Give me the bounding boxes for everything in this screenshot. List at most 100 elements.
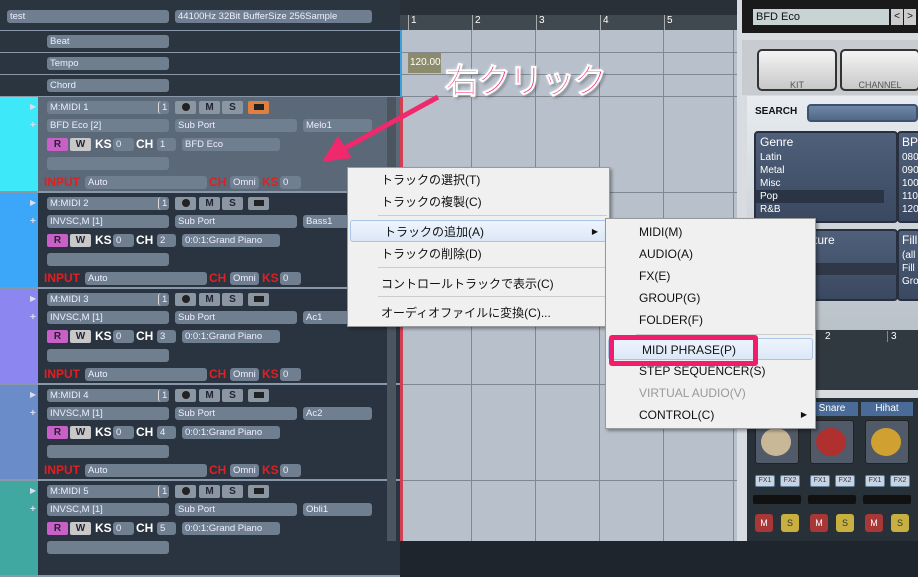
input-field[interactable]: Auto [85,272,207,285]
program-field[interactable]: 0:0:1:Grand Piano [182,330,280,343]
submenu-item[interactable]: CONTROL(C) ▶ [606,404,815,426]
port-field[interactable]: Sub Port [175,215,297,228]
tab-kit[interactable]: KIT [757,49,837,91]
genre-item[interactable]: Misc [756,177,884,190]
submenu-item[interactable]: FX(E) [606,265,815,287]
pan-slider[interactable] [753,495,801,504]
empty-field[interactable] [47,157,169,170]
tab-channel[interactable]: CHANNEL [840,49,918,91]
mute-button[interactable]: M [865,514,883,532]
monitor-button[interactable] [248,101,269,114]
submenu-item[interactable]: AUDIO(A) [606,243,815,265]
ch-field[interactable]: 5 [157,522,176,535]
read-button[interactable]: R [47,426,68,439]
beat-field[interactable]: Beat [47,35,169,48]
track-name-field[interactable]: M:MIDI 1 [47,101,169,114]
input-field[interactable]: Auto [85,368,207,381]
record-button[interactable] [175,197,196,210]
expand-icon[interactable]: ▶ [30,102,36,111]
part-field[interactable]: Obli1 [303,503,372,516]
write-button[interactable]: W [70,330,91,343]
instrument-field[interactable]: INVSC,M [1] [47,407,169,420]
mute-button[interactable]: M [199,389,220,402]
write-button[interactable]: W [70,426,91,439]
solo-button[interactable]: S [222,389,243,402]
write-button[interactable]: W [70,138,91,151]
input-field[interactable]: Auto [85,176,207,189]
ch-field[interactable]: 4 [157,426,176,439]
solo-button[interactable]: S [222,197,243,210]
ks-field[interactable]: 0 [113,330,134,343]
context-menu-item[interactable]: コントロールトラックで表示(C) [348,273,609,295]
record-button[interactable] [175,485,196,498]
track[interactable]: ▶ + M:MIDI 5 1 M S INVSC,M [1] Sub Port Obli1 R W K… [0,481,400,577]
solo-button[interactable]: S [836,514,854,532]
bpm-item[interactable]: 080 [899,151,918,164]
search-input[interactable] [807,104,918,122]
input-ks-field[interactable]: 0 [280,464,301,477]
expand-icon[interactable]: ▶ [30,486,36,495]
ks-field[interactable]: 0 [113,138,134,151]
expand-icon[interactable]: ▶ [30,198,36,207]
ks-field[interactable]: 0 [113,426,134,439]
port-field[interactable]: Sub Port [175,407,297,420]
port-field[interactable]: Sub Port [175,119,297,132]
solo-button[interactable]: S [222,293,243,306]
part-field[interactable]: Melo1 [303,119,372,132]
monitor-button[interactable] [248,197,269,210]
tempo-value[interactable]: 120.00 [408,53,441,73]
control-track-chord[interactable]: Chord [0,75,400,97]
ruler[interactable] [400,15,737,30]
read-button[interactable]: R [47,138,68,151]
track[interactable]: ▶ + M:MIDI 1 1 M S BFD Eco [2] Sub Port Melo1 R W K… [0,97,400,193]
instrument-field[interactable]: INVSC,M [1] [47,311,169,324]
solo-button[interactable]: S [222,485,243,498]
ks-field[interactable]: 0 [113,234,134,247]
write-button[interactable]: W [70,522,91,535]
plus-icon[interactable]: + [30,312,36,323]
input-ks-field[interactable]: 0 [280,368,301,381]
write-button[interactable]: W [70,234,91,247]
bpm-item[interactable]: 110 [899,190,918,203]
mute-button[interactable]: M [199,197,220,210]
control-track-beat[interactable]: Beat [0,31,400,53]
track-name-field[interactable]: M:MIDI 4 [47,389,169,402]
port-field[interactable]: Sub Port [175,503,297,516]
context-menu-item[interactable]: トラックの削除(D) [348,243,609,265]
bpm-list[interactable]: BP 080 090 100 110 120 [897,131,918,223]
fill-item[interactable]: Gro [899,275,918,288]
bpm-item[interactable]: 090 [899,164,918,177]
context-menu-item[interactable]: トラックの選択(T) [348,169,609,191]
empty-field[interactable] [47,253,169,266]
submenu-item[interactable]: GROUP(G) [606,287,815,309]
ch-field[interactable]: 3 [157,330,176,343]
input-ks-field[interactable]: 0 [280,176,301,189]
genre-list[interactable]: Genre Latin Metal Misc Pop R&B [754,131,898,223]
plus-icon[interactable]: + [30,216,36,227]
monitor-button[interactable] [248,293,269,306]
track-name-field[interactable]: M:MIDI 3 [47,293,169,306]
read-button[interactable]: R [47,522,68,535]
instrument-field[interactable]: INVSC,M [1] [47,215,169,228]
input-ch-field[interactable]: Omni [230,176,259,189]
input-ch-field[interactable]: Omni [230,272,259,285]
monitor-button[interactable] [248,389,269,402]
track-name-field[interactable]: M:MIDI 2 [47,197,169,210]
pan-slider[interactable] [863,495,911,504]
track[interactable]: ▶ + M:MIDI 4 1 M S INVSC,M [1] Sub Port Ac2 R W KS 0… [0,385,400,481]
mute-button[interactable]: M [755,514,773,532]
record-button[interactable] [175,389,196,402]
solo-button[interactable]: S [222,101,243,114]
track[interactable]: ▶ + M:MIDI 2 1 M S INVSC,M [1] Sub Port Bass1 R W K… [0,193,400,289]
fill-item[interactable]: (all [899,249,918,262]
plus-icon[interactable]: + [30,504,36,515]
expand-icon[interactable]: ▶ [30,390,36,399]
tempo-field[interactable]: Tempo [47,57,169,70]
program-field[interactable]: 0:0:1:Grand Piano [182,234,280,247]
plus-icon[interactable]: + [30,120,36,131]
input-field[interactable]: Auto [85,464,207,477]
input-ch-field[interactable]: Omni [230,368,259,381]
fx-button[interactable]: FX1 [865,475,885,487]
record-button[interactable] [175,293,196,306]
fill-item[interactable]: Fill [899,262,918,275]
